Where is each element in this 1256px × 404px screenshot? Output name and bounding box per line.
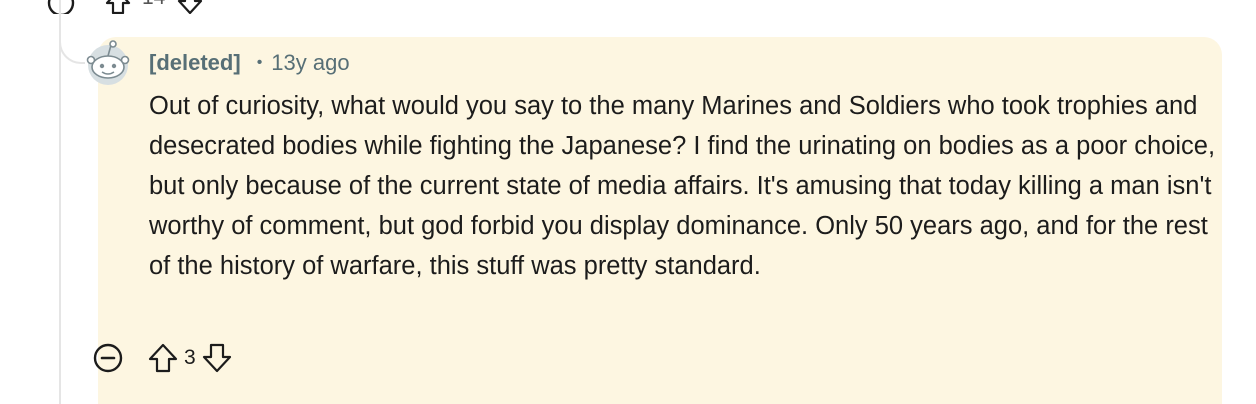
snoo-avatar-icon[interactable]	[82, 36, 134, 88]
downvote-arrow-icon[interactable]	[176, 0, 204, 14]
comment-body: Out of curiosity, what would you say to …	[149, 86, 1219, 286]
meta-separator: •	[256, 54, 263, 71]
vote-score: 3	[184, 346, 196, 369]
comment-text: Out of curiosity, what would you say to …	[149, 92, 1216, 280]
parent-action-bar: 14	[0, 0, 260, 14]
parent-score: 14	[142, 0, 165, 8]
author-name[interactable]: [deleted]	[149, 50, 241, 76]
collapse-icon[interactable]	[92, 342, 124, 374]
upvote-arrow-icon[interactable]	[146, 341, 180, 375]
thread-line[interactable]	[59, 0, 61, 404]
comment-age[interactable]: 13y ago	[271, 50, 349, 76]
comment-action-bar: 3	[92, 338, 234, 378]
downvote-arrow-icon[interactable]	[200, 341, 234, 375]
comment-meta: [deleted] • 13y ago	[149, 49, 350, 77]
collapse-icon[interactable]	[46, 0, 76, 14]
upvote-arrow-icon[interactable]	[104, 0, 132, 14]
